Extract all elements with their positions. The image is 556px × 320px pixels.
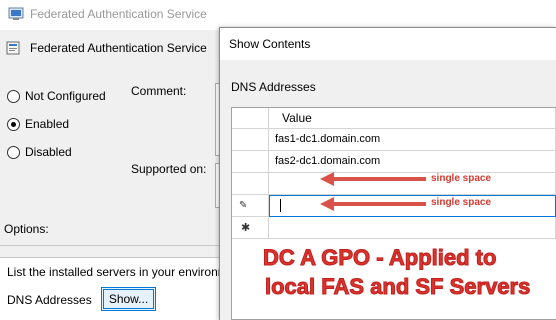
annotation-arrow-icon (320, 197, 426, 211)
radio-label: Enabled (25, 117, 70, 131)
row-selector[interactable] (232, 129, 269, 151)
dns-addresses-heading: DNS Addresses (231, 80, 316, 94)
radio-button-checked-icon[interactable] (7, 117, 20, 131)
radio-enabled[interactable]: Enabled (7, 116, 69, 132)
radio-label: Disabled (25, 145, 72, 159)
radio-button-icon[interactable] (7, 145, 20, 159)
row-selector[interactable] (232, 195, 269, 217)
show-button[interactable]: Show... (101, 287, 156, 311)
dns-addresses-label: DNS Addresses (7, 293, 92, 307)
text-caret (280, 199, 281, 212)
setting-icon (6, 41, 20, 55)
row-selector[interactable] (232, 217, 269, 239)
radio-label: Not Configured (25, 89, 106, 103)
row-selector[interactable] (232, 173, 269, 195)
overlay-caption: DC A GPO - Applied to (262, 245, 497, 271)
overlay-caption: local FAS and SF Servers (264, 274, 531, 300)
supported-on-label: Supported on: (131, 162, 207, 176)
value-column-header[interactable]: Value (269, 108, 556, 129)
asterisk-icon: ✱ (241, 222, 251, 234)
radio-not-configured[interactable]: Not Configured (7, 88, 106, 104)
policy-settings-icon (8, 7, 24, 20)
annotation-note: single space (431, 173, 492, 184)
annotation-arrow-icon (320, 172, 426, 186)
options-divider (0, 245, 224, 246)
comment-label: Comment: (131, 84, 187, 98)
row-selector[interactable] (232, 151, 269, 173)
radio-button-icon[interactable] (7, 89, 20, 103)
dialog-title: Show Contents (229, 37, 311, 51)
pencil-icon: ✎ (239, 200, 248, 211)
row-selector-header[interactable] (232, 108, 269, 129)
policy-window-title: Federated Authentication Service (30, 7, 207, 21)
value-cell-new[interactable] (269, 217, 556, 239)
setting-name: Federated Authentication Service (30, 41, 207, 55)
options-label: Options: (4, 222, 49, 236)
value-cell[interactable]: fas1-dc1.domain.com (269, 129, 556, 151)
options-description: List the installed servers in your envir… (7, 265, 223, 279)
annotation-note: single space (431, 197, 492, 208)
radio-disabled[interactable]: Disabled (7, 144, 72, 160)
